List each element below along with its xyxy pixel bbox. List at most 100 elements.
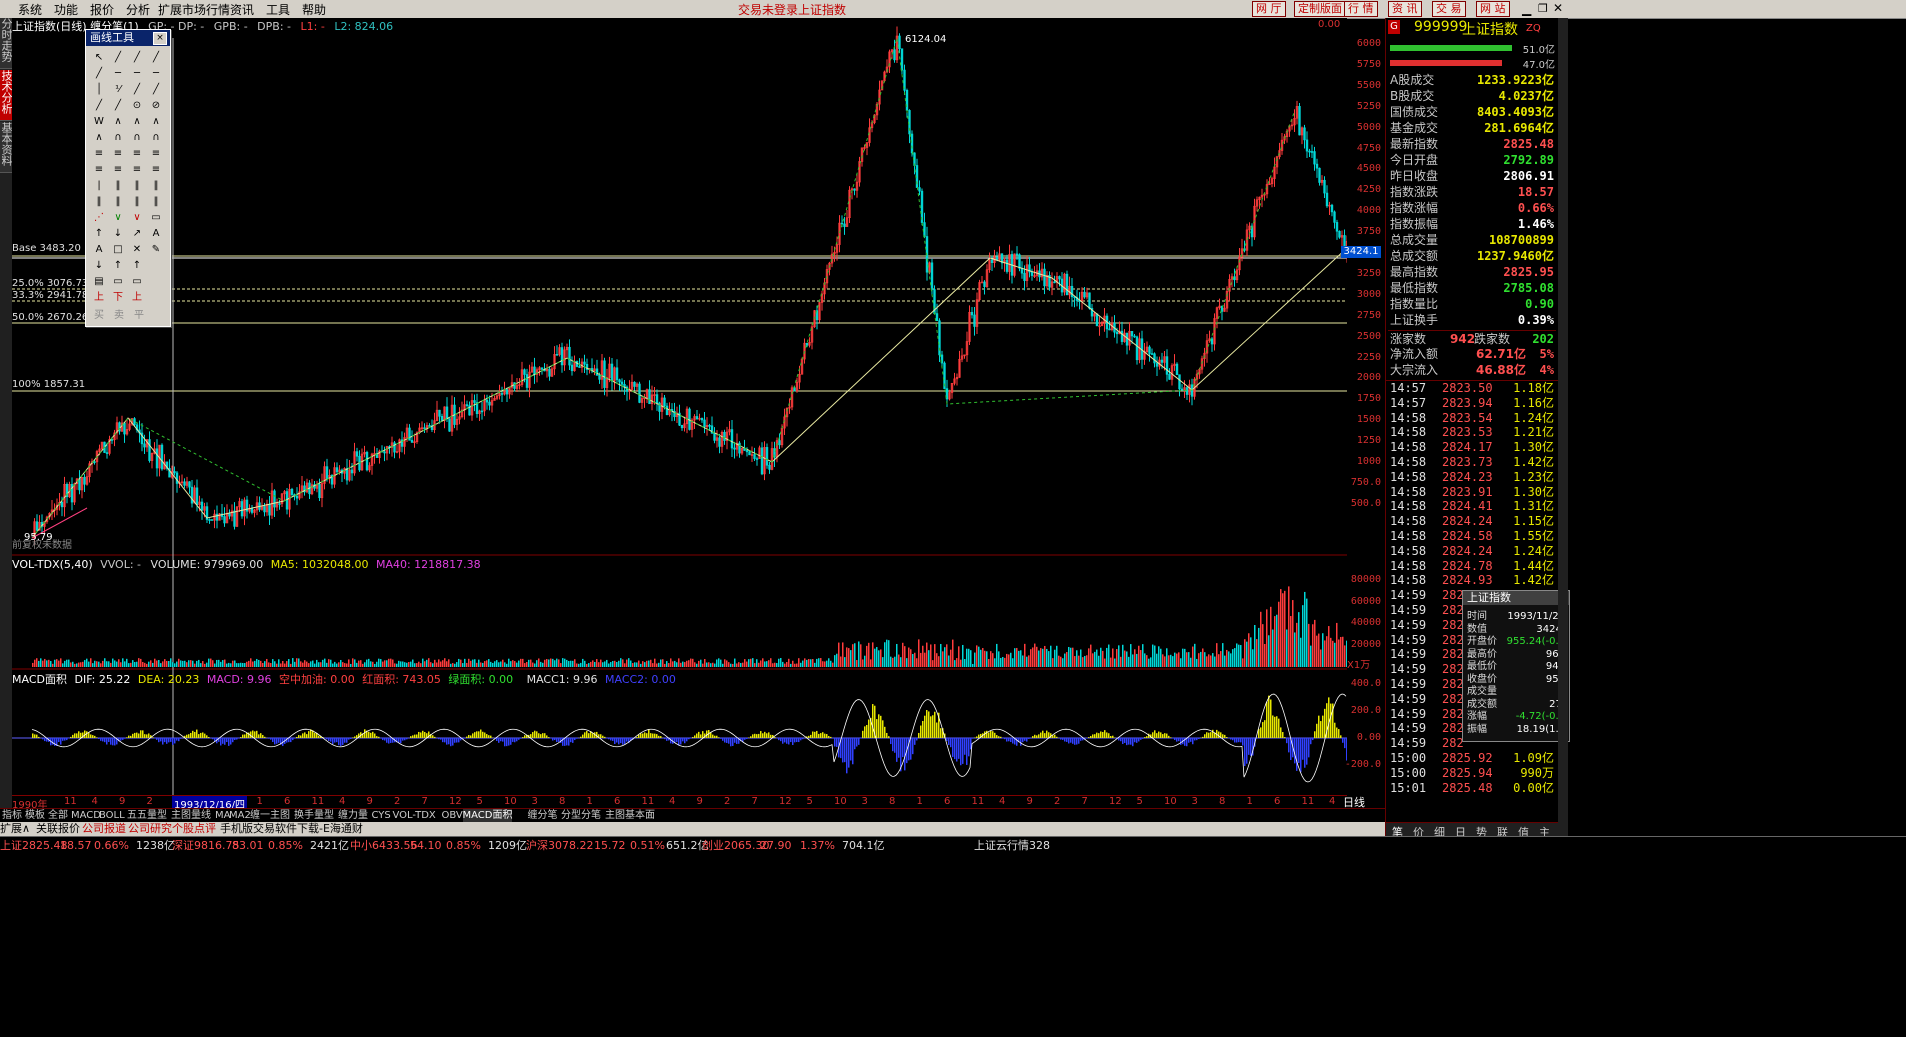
data-window-popup[interactable]: 上证指数 时间 1993/11/24 数值 3424. 开盘价 955.24(-0.2 最高… bbox=[1462, 590, 1570, 742]
indicator-tab[interactable]: 五五量型 bbox=[127, 809, 167, 822]
draw-tool-icon[interactable]: ╱ bbox=[128, 82, 146, 98]
tool-close-position[interactable]: 平 bbox=[134, 306, 144, 321]
minimize-icon[interactable]: ▁ bbox=[1522, 2, 1531, 16]
extension-tab[interactable]: 公司报道 bbox=[82, 822, 126, 836]
draw-tool-icon[interactable]: ∧ bbox=[128, 114, 146, 130]
menu-help[interactable]: 帮助 bbox=[302, 1, 326, 18]
draw-tool-icon[interactable]: ╱ bbox=[90, 66, 108, 82]
menu-quote[interactable]: 报价 bbox=[90, 1, 114, 18]
indicator-tab[interactable]: OBV bbox=[442, 809, 463, 822]
draw-tool-icon[interactable]: ╱ bbox=[90, 98, 108, 114]
draw-tool-icon[interactable]: A bbox=[147, 226, 165, 242]
draw-tool-icon[interactable]: ∩ bbox=[147, 130, 165, 146]
draw-tool-icon[interactable]: ≡ bbox=[147, 162, 165, 178]
draw-tool-icon[interactable]: | bbox=[90, 178, 108, 194]
draw-tool-icon[interactable]: □ bbox=[109, 242, 127, 258]
draw-tool-icon[interactable]: ↗ bbox=[128, 226, 146, 242]
trade-login-status[interactable]: 交易未登录 bbox=[738, 1, 798, 18]
btn-market[interactable]: 行 情 bbox=[1344, 1, 1378, 17]
btn-news[interactable]: 资 讯 bbox=[1388, 1, 1422, 17]
indicator-tab[interactable]: 缠一主图 bbox=[250, 809, 290, 822]
draw-tool-icon[interactable]: ∧ bbox=[90, 130, 108, 146]
btn-trade[interactable]: 交 易 bbox=[1432, 1, 1466, 17]
draw-tool-icon[interactable]: ⊙ bbox=[128, 98, 146, 114]
draw-tool-icon[interactable]: ‖ bbox=[147, 178, 165, 194]
indicator-tab[interactable]: VOL-TDX bbox=[393, 809, 436, 822]
indicator-tab[interactable]: 分型分笔 bbox=[561, 809, 601, 822]
draw-tool-icon[interactable]: ≡ bbox=[128, 162, 146, 178]
draw-tool-icon[interactable]: ∨ bbox=[128, 210, 146, 226]
draw-tool-icon[interactable]: ⅟ bbox=[109, 82, 127, 98]
draw-tool-icon[interactable]: ─ bbox=[128, 66, 146, 82]
draw-tool-icon[interactable]: ∩ bbox=[128, 130, 146, 146]
draw-tool-icon[interactable]: ▭ bbox=[147, 210, 165, 226]
draw-tool-icon[interactable]: ≡ bbox=[128, 146, 146, 162]
draw-tool-icon[interactable]: ≡ bbox=[90, 146, 108, 162]
draw-tool-icon[interactable]: ‖ bbox=[109, 194, 127, 210]
tab-technical[interactable]: 技术分析 bbox=[0, 70, 13, 121]
menu-info[interactable]: 资讯 bbox=[230, 1, 254, 18]
draw-tool-icon[interactable]: ⋰ bbox=[90, 210, 108, 226]
draw-tool-icon[interactable]: ≡ bbox=[147, 146, 165, 162]
draw-tool-icon[interactable]: ↓ bbox=[90, 258, 108, 274]
btn-website[interactable]: 网 站 bbox=[1476, 1, 1510, 17]
draw-tool-icon[interactable]: ‖ bbox=[90, 194, 108, 210]
draw-tool-icon[interactable]: ‖ bbox=[109, 178, 127, 194]
draw-tool-icon[interactable]: ▭ bbox=[109, 274, 127, 290]
draw-tool-icon[interactable]: ‖ bbox=[128, 194, 146, 210]
draw-tool-icon[interactable]: ∧ bbox=[109, 114, 127, 130]
draw-tool-icon[interactable]: ⊘ bbox=[147, 98, 165, 114]
draw-tool-icon[interactable] bbox=[147, 258, 165, 274]
draw-tool-icon[interactable]: ✎ bbox=[147, 242, 165, 258]
draw-tools-close-button[interactable]: × bbox=[153, 32, 167, 45]
draw-tool-icon[interactable]: │ bbox=[90, 82, 108, 98]
indicator-tab[interactable]: 模板 bbox=[25, 809, 45, 822]
tab-intraday[interactable]: 分时走势 bbox=[0, 18, 13, 69]
draw-tool-icon[interactable]: A bbox=[90, 242, 108, 258]
draw-tool-icon[interactable]: 上 bbox=[90, 290, 108, 306]
draw-tool-icon[interactable]: ‖ bbox=[128, 178, 146, 194]
extension-tab[interactable]: 扩展∧ bbox=[0, 822, 30, 836]
menu-function[interactable]: 功能 bbox=[54, 1, 78, 18]
btn-hall[interactable]: 网 厅 bbox=[1252, 1, 1286, 17]
tab-fundamentals[interactable]: 基本资料 bbox=[0, 122, 13, 173]
draw-tool-icon[interactable]: ‖ bbox=[147, 194, 165, 210]
draw-tool-icon[interactable]: 下 bbox=[109, 290, 127, 306]
menu-extended-market[interactable]: 扩展市场行情 bbox=[158, 1, 230, 18]
draw-tool-icon[interactable]: ≡ bbox=[109, 146, 127, 162]
extension-tab[interactable]: 个股点评 bbox=[172, 822, 216, 836]
indicator-tab[interactable]: 指标 bbox=[2, 809, 22, 822]
extension-tab[interactable]: 关联报价 bbox=[36, 822, 80, 836]
indicator-tab[interactable]: 全部 bbox=[48, 809, 68, 822]
draw-tool-icon[interactable]: ▤ bbox=[90, 274, 108, 290]
draw-tool-icon[interactable]: ▭ bbox=[128, 274, 146, 290]
draw-tool-icon[interactable]: ─ bbox=[109, 66, 127, 82]
draw-tool-icon[interactable]: ↓ bbox=[109, 226, 127, 242]
draw-tool-icon[interactable]: ╱ bbox=[147, 50, 165, 66]
indicator-tab[interactable]: CYS bbox=[372, 809, 391, 822]
draw-tool-icon[interactable]: ↑ bbox=[90, 226, 108, 242]
draw-tool-icon[interactable]: ≡ bbox=[109, 162, 127, 178]
indicator-tab[interactable]: 主图量线 bbox=[171, 809, 211, 822]
draw-tool-icon[interactable]: ╱ bbox=[147, 82, 165, 98]
tick-list[interactable]: 14:57 2823.50 1.18亿 14:57 2823.94 1.16亿 14:58 2… bbox=[1386, 380, 1559, 795]
indicator-tab[interactable]: MACD面积 bbox=[462, 809, 513, 822]
draw-tool-icon[interactable]: ✕ bbox=[128, 242, 146, 258]
chart-canvas[interactable] bbox=[12, 18, 1347, 808]
indicator-tab[interactable]: 主图基本面 bbox=[605, 809, 655, 822]
draw-tool-icon[interactable]: ↑ bbox=[109, 258, 127, 274]
draw-tool-icon[interactable] bbox=[147, 290, 165, 306]
indicator-tab[interactable]: 缠力量 bbox=[338, 809, 368, 822]
draw-tool-icon[interactable]: ≡ bbox=[90, 162, 108, 178]
indicator-tab[interactable]: MA2 bbox=[229, 809, 251, 822]
draw-tool-icon[interactable]: ─ bbox=[147, 66, 165, 82]
draw-tool-icon[interactable]: ∧ bbox=[147, 114, 165, 130]
draw-tools-panel[interactable]: 画线工具 × ↖ ╱ ╱ ╱ ╱ ─ ─ ─ │ ⅟ ╱ ╱ ╱ ╱ ⊙ ⊘ W ∧ ∧ ∧ ∧ ∩ ∩ ∩ ≡ ≡ ≡ ≡ ≡ ≡ ≡ ≡ |… bbox=[85, 29, 171, 327]
draw-tool-icon[interactable]: 上 bbox=[128, 290, 146, 306]
draw-tool-icon[interactable]: ∨ bbox=[109, 210, 127, 226]
tool-sell[interactable]: 卖 bbox=[114, 306, 124, 321]
draw-tool-icon[interactable]: ╱ bbox=[128, 50, 146, 66]
extension-tab[interactable]: 手机版交易软件下载-E海通财 bbox=[220, 822, 363, 836]
tool-buy[interactable]: 买 bbox=[94, 306, 104, 321]
menu-analysis[interactable]: 分析 bbox=[126, 1, 150, 18]
